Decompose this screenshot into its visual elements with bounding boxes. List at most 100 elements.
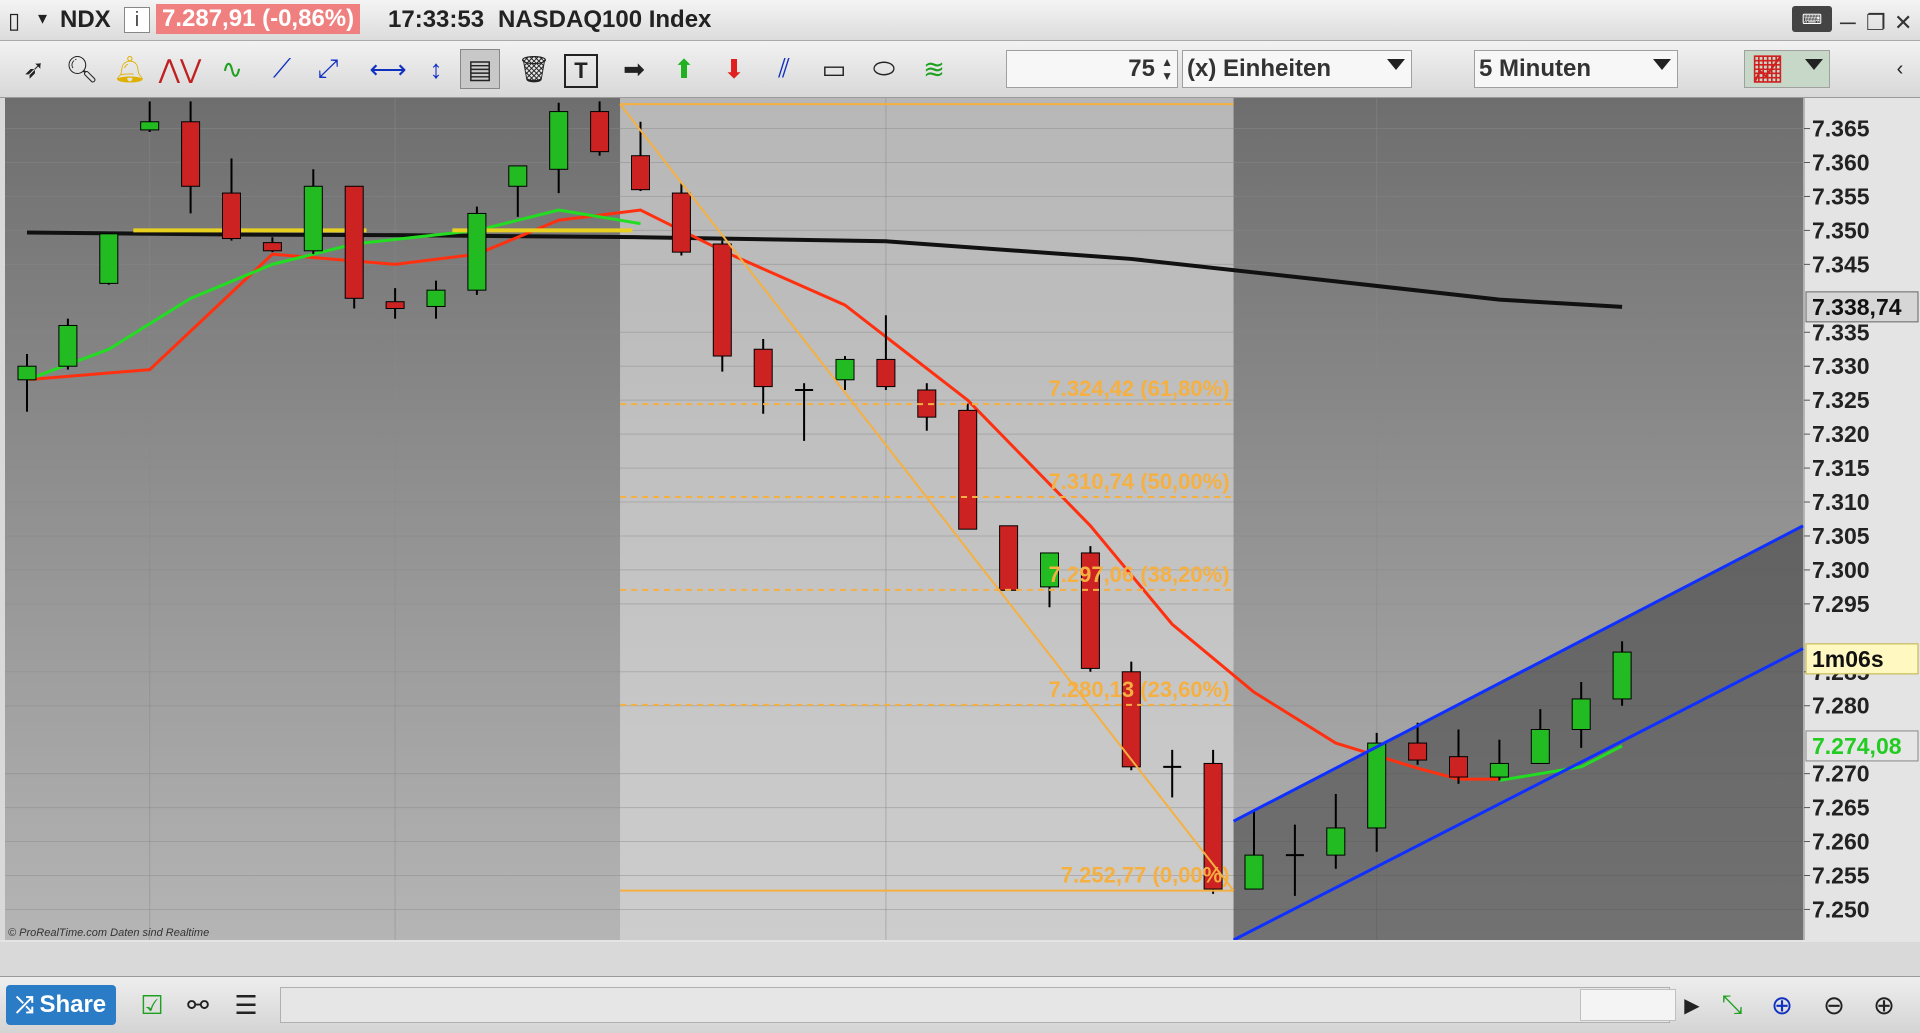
bearish-candle[interactable]: [999, 525, 1019, 591]
scroll-right-icon[interactable]: ▶: [1674, 987, 1710, 1023]
share-button[interactable]: ⤮ Share: [6, 985, 116, 1025]
price-label: 7.338,74: [1812, 294, 1902, 320]
checklist-icon[interactable]: ☑: [134, 987, 170, 1023]
fibonacci-level-label: 7.297,06 (38,20%): [1049, 562, 1230, 587]
list-icon[interactable]: ☰: [228, 987, 264, 1023]
y-tick-label: 7.270: [1812, 761, 1870, 787]
share-icon: ⤮: [15, 992, 34, 1017]
bullish-candle[interactable]: [467, 206, 487, 295]
bullish-candle[interactable]: [58, 318, 78, 370]
auto-scale-icon[interactable]: ⤡: [1714, 987, 1750, 1023]
y-tick-label: 7.315: [1812, 455, 1870, 481]
price-chart[interactable]: 7.324,42 (61,80%) 7.310,74 (50,00%) 7.297,…: [0, 98, 1920, 942]
line-icon[interactable]: ⟋: [262, 49, 302, 89]
chevron-down-icon[interactable]: ▾: [38, 8, 47, 29]
share-label: Share: [39, 991, 107, 1018]
y-tick-label: 7.260: [1812, 829, 1870, 855]
candle-body: [99, 233, 119, 284]
candle-body: [385, 301, 405, 309]
zoom-in-icon[interactable]: ⊕: [1866, 987, 1902, 1023]
watermark: © ProRealTime.com Daten sind Realtime: [8, 927, 209, 939]
y-tick-label: 7.280: [1812, 693, 1870, 719]
units-value: 75: [1128, 55, 1155, 82]
candle-body: [1449, 756, 1468, 778]
zigzag-icon[interactable]: ⋀⋁: [159, 49, 202, 89]
rectangle-icon[interactable]: ▭: [814, 49, 854, 89]
zoom-icon[interactable]: 🔍︎: [62, 49, 102, 89]
y-tick-label: 7.330: [1812, 353, 1870, 379]
indicators-icon[interactable]: ▤: [460, 49, 500, 89]
arrow-down-icon[interactable]: ⬇: [714, 49, 754, 89]
arrow-up-icon[interactable]: ⬆: [664, 49, 704, 89]
fibonacci-level-label: 7.310,74 (50,00%): [1049, 469, 1230, 494]
units-stepper[interactable]: 75 ▲ ▼: [1006, 50, 1178, 88]
candle-body: [508, 165, 528, 187]
fibonacci-icon[interactable]: ≋: [914, 49, 954, 89]
minimize-icon[interactable]: ─: [1840, 10, 1856, 36]
symbol-label[interactable]: NDX: [60, 6, 111, 34]
stepper-arrows-icon[interactable]: ▲ ▼: [1161, 55, 1173, 83]
title-bar: ▯ ▾ NDX i 7.287,91 (-0,86%) 17:33:53 NAS…: [0, 0, 1920, 41]
y-tick-label: 7.305: [1812, 523, 1870, 549]
y-tick-label: 7.320: [1812, 421, 1870, 447]
bearish-candle[interactable]: [958, 403, 978, 530]
candle-icon[interactable]: ▯: [8, 8, 20, 34]
candle-body: [1244, 854, 1264, 890]
y-tick-label: 7.265: [1812, 795, 1870, 821]
candle-body: [1489, 762, 1509, 778]
candle-body: [344, 185, 364, 299]
restore-icon[interactable]: ❐: [1866, 10, 1886, 36]
drawing-toolbar: ➶ 🔍︎ 🔔︎ ⋀⋁ ∿ ⟋ ⤢ ⟷ ↕ ▤ 🗑︎ T ➡ ⬆ ⬇ ⫽ ▭ ⬭ …: [0, 41, 1920, 98]
candle-body: [1408, 742, 1428, 761]
arrow-right-icon[interactable]: ➡: [614, 49, 654, 89]
bearish-candle[interactable]: [712, 240, 732, 372]
candle-body: [1367, 742, 1387, 829]
info-icon[interactable]: i: [124, 7, 150, 33]
link-icon[interactable]: ⚯: [180, 987, 216, 1023]
bearish-candle[interactable]: [671, 182, 691, 256]
candle-body: [631, 155, 650, 191]
bullish-candle[interactable]: [99, 233, 119, 285]
chevron-down-icon[interactable]: [1653, 59, 1671, 70]
close-icon[interactable]: ✕: [1894, 10, 1912, 36]
y-tick-label: 7.365: [1812, 116, 1870, 142]
cursor-icon[interactable]: ➶: [14, 49, 54, 89]
keyboard-icon[interactable]: ⌨: [1792, 6, 1832, 32]
chevron-down-icon[interactable]: [1805, 59, 1823, 70]
horizontal-line-icon[interactable]: ⟷: [368, 49, 408, 89]
y-tick-label: 7.295: [1812, 591, 1870, 617]
text-icon[interactable]: T: [564, 54, 598, 88]
price-label: 1m06s: [1812, 646, 1884, 672]
interval-dropdown[interactable]: 5 Minuten: [1474, 50, 1678, 88]
y-tick-label: 7.355: [1812, 183, 1870, 209]
candle-body: [17, 365, 37, 381]
chevron-down-icon[interactable]: [1387, 59, 1405, 70]
bearish-candle[interactable]: [344, 185, 364, 309]
candle-body: [58, 324, 78, 367]
instrument-name: NASDAQ100 Index: [498, 6, 712, 33]
trash-icon[interactable]: 🗑︎: [514, 49, 554, 89]
zoom-out-icon[interactable]: ⊖: [1816, 987, 1852, 1023]
indicators-menu-button[interactable]: 📈︎: [1744, 50, 1830, 88]
channel-icon[interactable]: ⫽: [764, 49, 804, 89]
collapse-panel-icon[interactable]: ‹: [1880, 49, 1920, 89]
units-dropdown[interactable]: (x) Einheiten: [1182, 50, 1412, 88]
price-change-badge: 7.287,91 (-0,86%): [156, 4, 361, 34]
candle-body: [140, 121, 160, 131]
trend-icon[interactable]: ∿: [212, 49, 252, 89]
fibonacci-level-label: 7.252,77 (0,00%): [1061, 863, 1230, 888]
zoom-fit-icon[interactable]: ⊕: [1764, 987, 1800, 1023]
scrollbar-thumb[interactable]: [1580, 989, 1676, 1021]
ellipse-icon[interactable]: ⬭: [864, 49, 904, 89]
time-axis-background: [0, 940, 1920, 942]
candle-body: [222, 192, 241, 240]
candle-body: [1612, 651, 1632, 700]
vertical-line-icon[interactable]: ↕: [416, 49, 456, 89]
fibonacci-zone: [620, 98, 1234, 940]
ray-icon[interactable]: ⤢: [308, 49, 348, 89]
y-tick-label: 7.350: [1812, 217, 1870, 243]
alert-bell-icon[interactable]: 🔔︎: [110, 49, 150, 89]
horizontal-scrollbar[interactable]: [280, 987, 1670, 1023]
y-tick-label: 7.310: [1812, 489, 1870, 515]
candle-body: [549, 111, 569, 170]
